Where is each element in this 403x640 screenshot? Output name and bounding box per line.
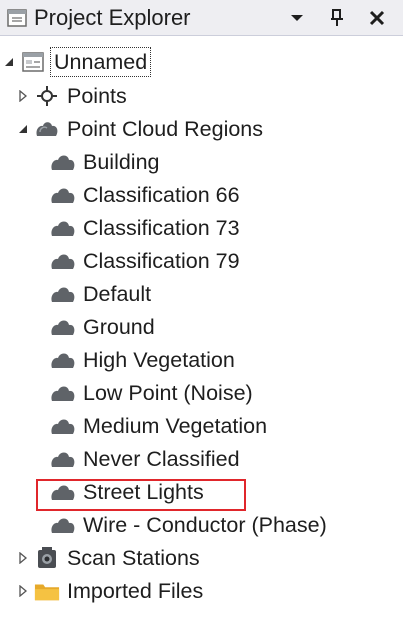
tree-item-point-cloud-regions[interactable]: Point Cloud Regions [16,113,266,145]
point-icon [34,84,60,108]
region-item-label: Low Point (Noise) [83,381,253,405]
region-item[interactable]: Classification 79 [50,245,243,277]
tree-item-imported-files[interactable]: Imported Files [16,575,206,607]
folder-icon [34,579,60,603]
region-icon [50,150,76,174]
project-explorer-icon [4,6,30,30]
region-icon [50,183,76,207]
region-item[interactable]: High Vegetation [50,344,238,376]
region-item[interactable]: Low Point (Noise) [50,377,256,409]
region-item-label: Medium Vegetation [83,414,268,438]
region-icon [50,315,76,339]
region-item[interactable]: Never Classified [50,443,243,475]
region-item[interactable]: Building [50,146,163,178]
collapsed-arrow-icon[interactable] [16,584,30,598]
region-icon [50,513,76,537]
panel-titlebar: Project Explorer [0,0,403,36]
region-item-label: Never Classified [83,447,240,471]
tree-item-label: Point Cloud Regions [67,117,264,141]
region-item[interactable]: Classification 66 [50,179,243,211]
collapsed-arrow-icon[interactable] [16,89,30,103]
region-item-label: Classification 66 [83,183,240,207]
region-icon [50,480,76,504]
region-icon [50,216,76,240]
region-item-label: Classification 79 [83,249,240,273]
expanded-arrow-icon[interactable] [16,122,30,136]
region-item-label: Classification 73 [83,216,240,240]
tree-item-points[interactable]: Points [16,80,130,112]
tree-item-scan-stations[interactable]: Scan Stations [16,542,203,574]
region-icon [50,414,76,438]
scanner-icon [34,546,60,570]
region-item-label: Building [83,150,160,174]
tree-item-label: Imported Files [67,579,204,603]
region-icon [50,447,76,471]
region-item[interactable]: Default [50,278,154,310]
collapsed-arrow-icon[interactable] [16,551,30,565]
region-icon [50,282,76,306]
tree-root[interactable]: Unnamed [2,46,152,78]
expanded-arrow-icon[interactable] [2,55,16,69]
region-item[interactable]: Classification 73 [50,212,243,244]
close-icon[interactable] [363,4,391,32]
region-item-label: Street Lights [83,480,204,504]
region-item[interactable]: Wire - Conductor (Phase) [50,509,330,541]
region-icon [50,348,76,372]
region-item-street-lights[interactable]: Street Lights [50,476,207,508]
tree-item-label: Points [67,84,127,108]
region-item[interactable]: Ground [50,311,158,343]
chevron-down-icon[interactable] [283,4,311,32]
region-icon [50,381,76,405]
region-item-label: High Vegetation [83,348,235,372]
region-item-label: Wire - Conductor (Phase) [83,513,327,537]
tree-item-label: Scan Stations [67,546,200,570]
tree-root-label: Unnamed [50,47,152,77]
pin-icon[interactable] [323,4,351,32]
project-icon [20,50,46,74]
region-item-label: Ground [83,315,155,339]
region-item[interactable]: Medium Vegetation [50,410,270,442]
point-cloud-regions-icon [34,117,60,141]
region-item-label: Default [83,282,152,306]
panel-title: Project Explorer [34,4,191,30]
region-icon [50,249,76,273]
